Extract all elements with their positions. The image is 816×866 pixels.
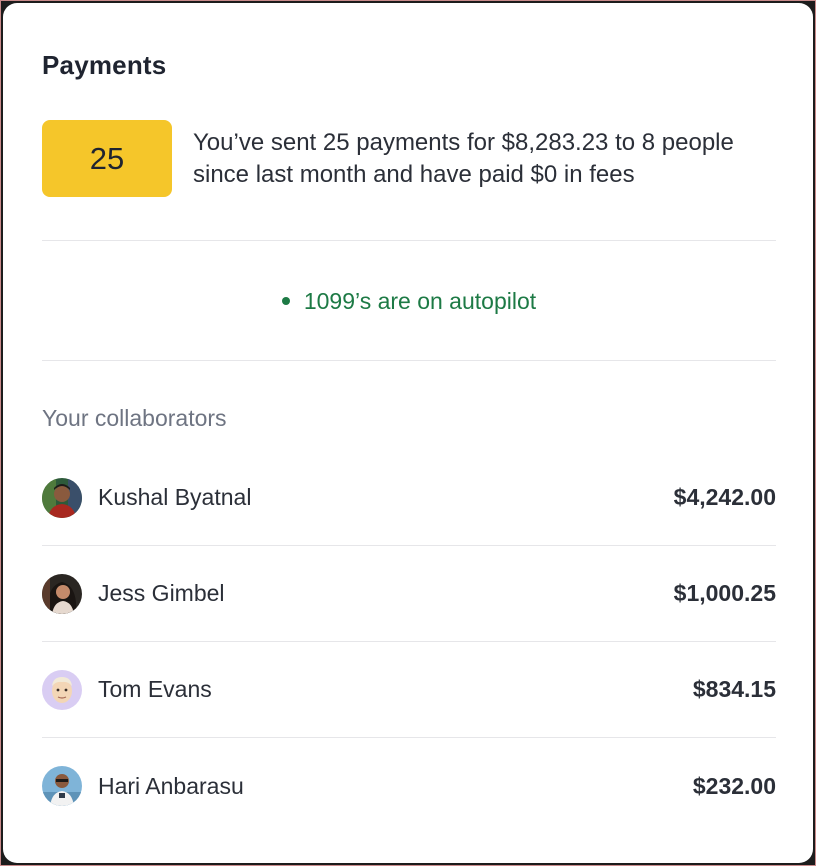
payments-card: Payments 25 You’ve sent 25 payments for …: [3, 3, 813, 863]
collaborator-name: Jess Gimbel: [98, 580, 225, 606]
collaborators-list: Kushal Byatnal $4,242.00 Jess Gimbel $1,…: [42, 450, 776, 834]
collaborator-row[interactable]: Kushal Byatnal $4,242.00: [42, 450, 776, 546]
avatar: [42, 573, 82, 614]
collaborator-row[interactable]: Jess Gimbel $1,000.25: [42, 546, 776, 642]
avatar: [42, 477, 82, 518]
jess-avatar-icon: [42, 573, 82, 614]
kushal-avatar-icon: [42, 477, 82, 518]
collaborator-amount: $834.15: [692, 676, 776, 702]
status-text: 1099’s are on autopilot: [303, 287, 537, 314]
status-dot-icon: [281, 297, 290, 305]
divider: [42, 360, 776, 361]
tom-avatar-icon: [42, 669, 82, 710]
summary-text: You’ve sent 25 payments for $8,283.23 to…: [193, 127, 734, 191]
avatar: [42, 766, 82, 806]
hari-avatar-icon: [42, 766, 82, 806]
payments-summary: 25 You’ve sent 25 payments for $8,283.23…: [42, 120, 776, 197]
collaborator-name: Tom Evans: [98, 676, 212, 702]
collaborator-amount: $4,242.00: [673, 484, 776, 510]
collaborator-name: Kushal Byatnal: [98, 484, 252, 510]
collaborator-amount: $232.00: [692, 772, 776, 799]
collaborator-amount: $1,000.25: [673, 580, 776, 606]
avatar: [42, 669, 82, 710]
summary-line-2: since last month and have paid $0 in fee…: [193, 160, 635, 188]
collaborator-name: Hari Anbarasu: [98, 772, 244, 799]
collaborator-row[interactable]: Tom Evans $834.15: [42, 642, 776, 738]
payment-count-badge: 25: [42, 120, 172, 197]
summary-line-1: You’ve sent 25 payments for $8,283.23 to…: [193, 128, 734, 156]
card-title: Payments: [42, 50, 167, 80]
divider: [42, 240, 776, 241]
collaborator-row[interactable]: Hari Anbarasu $232.00: [42, 738, 776, 834]
autopilot-status: 1099’s are on autopilot: [42, 283, 776, 319]
collaborators-heading: Your collaborators: [42, 405, 227, 431]
